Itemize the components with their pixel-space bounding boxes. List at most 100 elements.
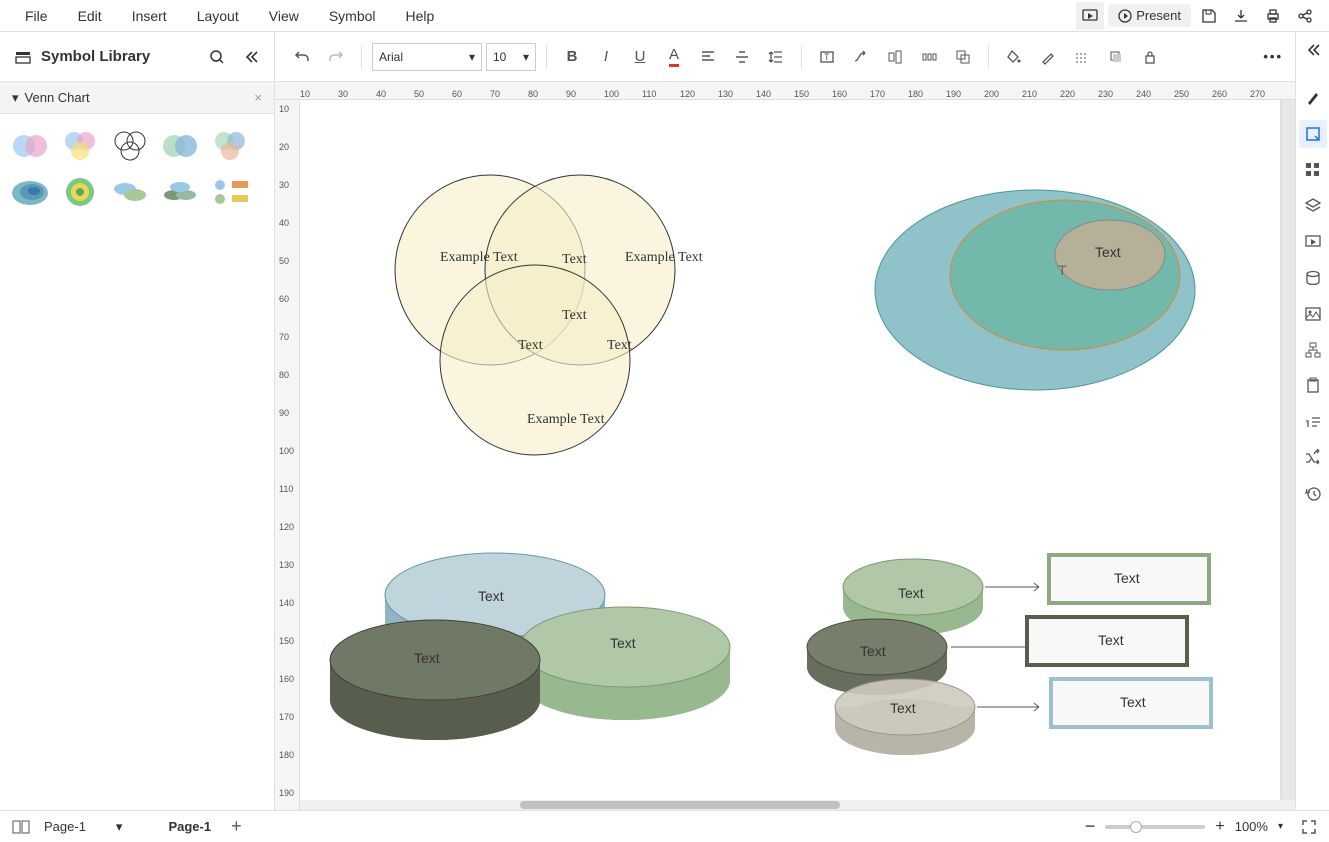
stack3d-label-right[interactable]: Text <box>610 635 636 651</box>
download-icon[interactable] <box>1227 2 1255 30</box>
venn-diagram-3[interactable] <box>360 170 700 490</box>
menu-view[interactable]: View <box>254 8 314 24</box>
shuffle-button[interactable] <box>1299 444 1327 472</box>
history-button[interactable] <box>1299 480 1327 508</box>
linked-disk-label-1[interactable]: Text <box>898 585 924 601</box>
page-tab-1[interactable]: Page-1 <box>158 819 221 834</box>
menu-insert[interactable]: Insert <box>117 8 182 24</box>
properties-button[interactable] <box>1299 120 1327 148</box>
close-section-icon[interactable]: × <box>254 90 262 105</box>
zoom-out-button[interactable]: − <box>1085 816 1096 837</box>
venn-label-ac[interactable]: Text <box>518 338 543 354</box>
more-options-button[interactable]: ••• <box>1263 49 1283 64</box>
linked-disk-label-3[interactable]: Text <box>890 700 916 716</box>
nested-label-hidden[interactable]: T <box>1058 262 1067 278</box>
shape-venn3-outline[interactable] <box>108 126 152 166</box>
canvas-area[interactable]: Example Text Example Text Text Text Text… <box>300 100 1295 810</box>
shape-venn3-color[interactable] <box>58 126 102 166</box>
venn-chart-section-header[interactable]: ▾ Venn Chart × <box>0 82 274 114</box>
shadow-button[interactable] <box>1101 42 1131 72</box>
venn-label-ab[interactable]: Text <box>562 252 587 268</box>
presentation-button[interactable] <box>1299 228 1327 256</box>
font-selector[interactable]: Arial▾ <box>372 43 482 71</box>
shape-venn3-alt[interactable] <box>208 126 252 166</box>
line-style-button[interactable] <box>1067 42 1097 72</box>
tree-button[interactable] <box>1299 336 1327 364</box>
fill-button[interactable] <box>999 42 1029 72</box>
linked-box-label-3[interactable]: Text <box>1120 694 1146 710</box>
shape-linked[interactable] <box>208 172 252 212</box>
connector-button[interactable] <box>846 42 876 72</box>
add-page-button[interactable]: + <box>231 816 242 837</box>
shape-3d-stack[interactable] <box>108 172 152 212</box>
page-selector[interactable]: Page-1▾ <box>38 817 128 837</box>
clipboard-button[interactable] <box>1299 372 1327 400</box>
group-button[interactable] <box>948 42 978 72</box>
size-value: 10 <box>493 50 506 64</box>
bold-button[interactable]: B <box>557 42 587 72</box>
shape-nested-ellipse[interactable] <box>8 172 52 212</box>
stack3d-label-left[interactable]: Text <box>414 650 440 666</box>
font-value: Arial <box>379 50 403 64</box>
zoom-in-button[interactable]: + <box>1215 818 1224 836</box>
menu-symbol[interactable]: Symbol <box>314 8 391 24</box>
pages-icon[interactable] <box>12 820 30 834</box>
fullscreen-icon[interactable] <box>1301 819 1317 835</box>
collapse-left-icon[interactable] <box>243 49 259 65</box>
horizontal-scrollbar[interactable] <box>300 800 1295 810</box>
venn-label-abc[interactable]: Text <box>562 308 587 324</box>
stack3d-label-top[interactable]: Text <box>478 588 504 604</box>
shape-nested-green[interactable] <box>58 172 102 212</box>
nested-label-inner[interactable]: Text <box>1095 244 1121 260</box>
present-label: Present <box>1136 8 1181 23</box>
venn-label-c[interactable]: Example Text <box>527 412 605 428</box>
image-button[interactable] <box>1299 300 1327 328</box>
menu-layout[interactable]: Layout <box>182 8 254 24</box>
redo-button[interactable] <box>321 42 351 72</box>
present-button[interactable]: Present <box>1108 4 1191 27</box>
print-icon[interactable] <box>1259 2 1287 30</box>
shape-venn2[interactable] <box>8 126 52 166</box>
comment-button[interactable] <box>1299 408 1327 436</box>
linked-box-label-1[interactable]: Text <box>1114 570 1140 586</box>
shape-venn2-alt[interactable] <box>158 126 202 166</box>
menu-edit[interactable]: Edit <box>63 8 117 24</box>
slideshow-icon-button[interactable] <box>1076 2 1104 30</box>
align-objects-button[interactable] <box>880 42 910 72</box>
lock-button[interactable] <box>1135 42 1165 72</box>
vertical-align-button[interactable] <box>727 42 757 72</box>
text-align-button[interactable] <box>693 42 723 72</box>
linked-box-label-2[interactable]: Text <box>1098 632 1124 648</box>
layers-button[interactable] <box>1299 192 1327 220</box>
collapse-right-icon[interactable] <box>1299 40 1327 60</box>
page-selector-value: Page-1 <box>44 819 86 834</box>
drawing-page[interactable]: Example Text Example Text Text Text Text… <box>300 100 1280 800</box>
apps-button[interactable] <box>1299 156 1327 184</box>
shape-3d-stack2[interactable] <box>158 172 202 212</box>
data-button[interactable] <box>1299 264 1327 292</box>
distribute-button[interactable] <box>914 42 944 72</box>
underline-button[interactable]: U <box>625 42 655 72</box>
italic-button[interactable]: I <box>591 42 621 72</box>
share-icon[interactable] <box>1291 2 1319 30</box>
menu-help[interactable]: Help <box>391 8 450 24</box>
venn-label-bc[interactable]: Text <box>607 338 632 354</box>
library-icon <box>15 49 31 65</box>
zoom-slider[interactable] <box>1105 825 1205 829</box>
linked-disk-label-2[interactable]: Text <box>860 643 886 659</box>
theme-button[interactable] <box>1299 84 1327 112</box>
undo-button[interactable] <box>287 42 317 72</box>
line-spacing-button[interactable] <box>761 42 791 72</box>
size-selector[interactable]: 10▾ <box>486 43 536 71</box>
nested-ellipse-diagram[interactable] <box>870 180 1210 400</box>
menu-file[interactable]: File <box>10 8 63 24</box>
venn-label-b[interactable]: Example Text <box>625 250 703 266</box>
stacked-3d-discs[interactable] <box>320 540 750 740</box>
save-icon[interactable] <box>1195 2 1223 30</box>
text-color-button[interactable]: A <box>659 42 689 72</box>
search-icon[interactable] <box>209 49 225 65</box>
line-color-button[interactable] <box>1033 42 1063 72</box>
linked-discs-diagram[interactable] <box>805 545 1235 775</box>
venn-label-a[interactable]: Example Text <box>440 250 518 266</box>
text-box-button[interactable]: T <box>812 42 842 72</box>
